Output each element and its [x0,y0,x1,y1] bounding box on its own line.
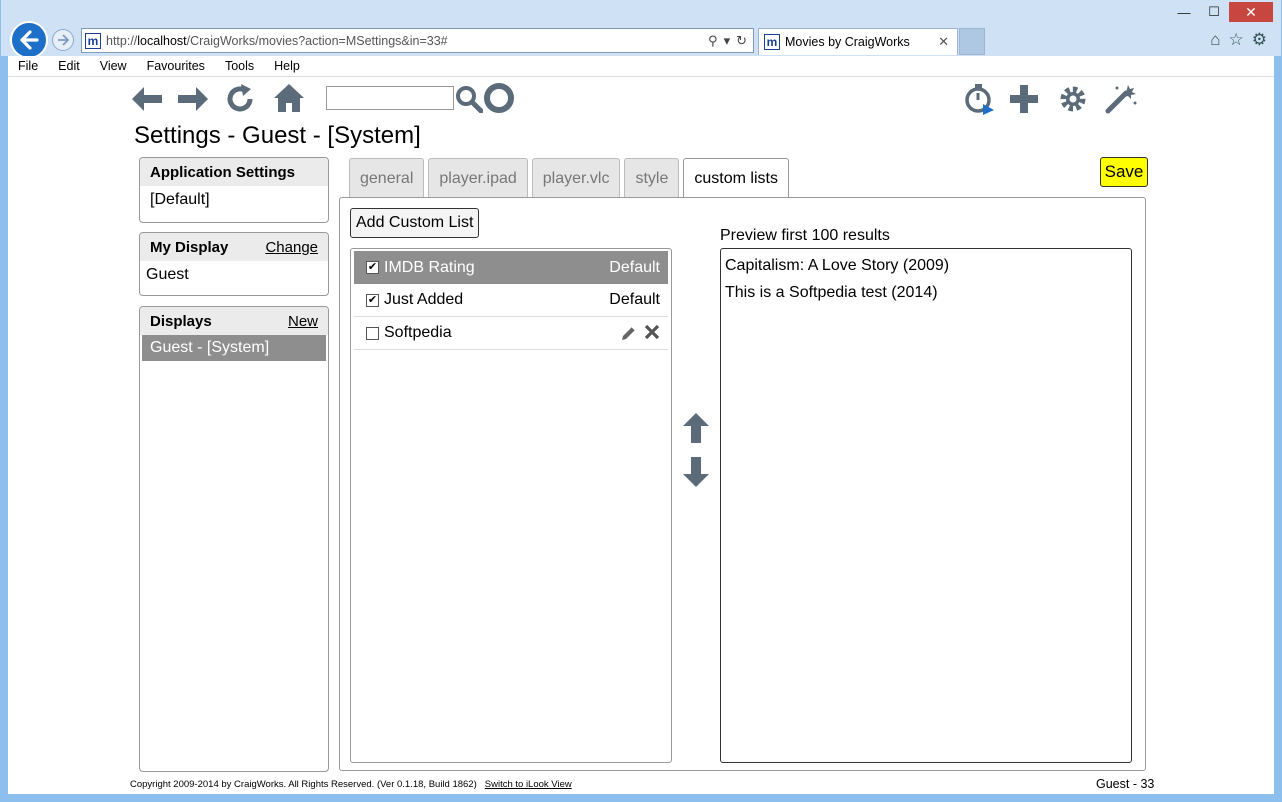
tab-player-ipad[interactable]: player.ipad [428,158,528,198]
app-settings-value[interactable]: [Default] [140,186,328,214]
footer-user: Guest - 33 [1096,777,1155,791]
address-bar[interactable]: m http://localhost/CraigWorks/movies?act… [81,28,754,53]
switch-view-link[interactable]: Switch to iLook View [485,779,572,790]
list-item-default-tag: Default [609,291,660,308]
menu-favourites[interactable]: Favourites [137,59,215,73]
url-text[interactable]: http://localhost/CraigWorks/movies?actio… [106,34,708,48]
my-display-heading: My Display [150,238,229,256]
settings-tabs: general player.ipad player.vlc style cus… [349,158,789,199]
browser-back-button[interactable] [10,21,48,59]
my-display-value: Guest [146,266,189,283]
menu-bar: File Edit View Favourites Tools Help [8,56,1274,77]
display-item-guest-system[interactable]: Guest - [System] [142,335,326,361]
favorites-star-icon[interactable]: ☆ [1229,30,1244,50]
address-search-icon[interactable]: ⚲ [708,33,718,49]
nav-back-arrow-icon[interactable] [130,84,164,114]
menu-edit[interactable]: Edit [48,59,90,73]
search-magnifier-icon[interactable] [455,85,483,113]
settings-gear-icon[interactable] [1057,83,1089,115]
menu-file[interactable]: File [8,59,48,73]
preview-item: This is a Softpedia test (2014) [725,283,938,301]
move-down-arrow-icon[interactable] [682,456,710,488]
my-display-panel: My Display Change Guest [139,232,329,296]
list-item-label: IMDB Rating [384,258,475,276]
magic-wand-icon[interactable] [1104,83,1138,115]
preview-results: Capitalism: A Love Story (2009) This is … [720,248,1132,763]
list-item-default-tag: Default [609,258,660,276]
imdb-rating-checkbox[interactable]: ✔ [366,261,379,274]
search-input[interactable] [326,86,454,110]
softpedia-checkbox[interactable] [366,326,379,340]
nav-home-icon[interactable] [272,82,306,114]
tab-title: Movies by CraigWorks [785,35,910,49]
app-settings-panel: Application Settings [Default] [139,157,329,223]
save-button[interactable]: Save [1100,157,1148,187]
tab-style[interactable]: style [624,158,680,198]
tab-general[interactable]: general [349,158,425,198]
address-dropdown-icon[interactable]: ▾ [724,33,731,49]
list-item-softpedia[interactable]: Softpedia [354,317,668,350]
menu-view[interactable]: View [90,59,137,73]
preview-label: Preview first 100 results [720,227,890,244]
move-up-arrow-icon[interactable] [682,412,710,444]
minimize-icon[interactable]: — [1169,2,1199,22]
site-favicon-icon: m [85,32,101,49]
new-tab-button[interactable] [959,28,985,55]
displays-heading: Displays [150,312,212,330]
page-content: Settings - Guest - [System] Application … [8,77,1274,794]
list-item-imdb-rating[interactable]: ✔ IMDB Rating Default [354,251,668,284]
clear-search-circle-icon[interactable] [484,83,514,113]
browser-window: m http://localhost/CraigWorks/movies?act… [0,0,1282,802]
list-item-just-added[interactable]: ✔ Just Added Default [354,284,668,317]
new-display-link[interactable]: New [288,313,318,330]
back-arrow-icon [20,30,39,50]
copyright-text: Copyright 2009-2014 by CraigWorks. All R… [130,779,477,790]
home-icon[interactable]: ⌂ [1210,30,1220,50]
app-settings-heading: Application Settings [150,163,296,181]
timer-play-icon[interactable] [963,82,997,116]
maximize-icon[interactable]: ☐ [1199,2,1229,22]
tab-close-icon[interactable]: ✕ [938,34,949,50]
tab-favicon-icon: m [764,34,780,50]
edit-pencil-icon[interactable] [620,324,638,342]
menu-help[interactable]: Help [264,59,310,73]
list-item-label: Softpedia [384,324,452,341]
refresh-icon[interactable]: ↻ [736,33,747,49]
displays-panel: Displays New Guest - [System] [139,306,329,772]
menu-tools[interactable]: Tools [215,59,264,73]
list-item-label: Just Added [384,291,464,308]
delete-x-icon[interactable] [644,324,660,340]
browser-forward-button[interactable] [52,29,74,51]
footer-copyright: Copyright 2009-2014 by CraigWorks. All R… [130,779,572,790]
nav-refresh-icon[interactable] [224,83,256,115]
add-plus-icon[interactable] [1008,83,1040,115]
just-added-checkbox[interactable]: ✔ [366,293,379,307]
forward-arrow-icon [58,34,70,46]
browser-chrome: m http://localhost/CraigWorks/movies?act… [1,0,1281,59]
tools-gear-icon[interactable]: ⚙ [1252,30,1267,50]
tab-player-vlc[interactable]: player.vlc [531,158,621,198]
change-display-link[interactable]: Change [265,239,318,256]
preview-item: Capitalism: A Love Story (2009) [725,256,950,274]
nav-forward-arrow-icon[interactable] [176,84,210,114]
browser-tab[interactable]: m Movies by CraigWorks ✕ [758,28,958,55]
custom-lists-list: ✔ IMDB Rating Default ✔ Just Added Defau… [350,248,672,763]
close-window-icon[interactable]: ✕ [1229,2,1273,22]
tab-custom-lists[interactable]: custom lists [683,158,789,199]
page-title: Settings - Guest - [System] [134,122,421,149]
add-custom-list-button[interactable]: Add Custom List [350,208,480,238]
